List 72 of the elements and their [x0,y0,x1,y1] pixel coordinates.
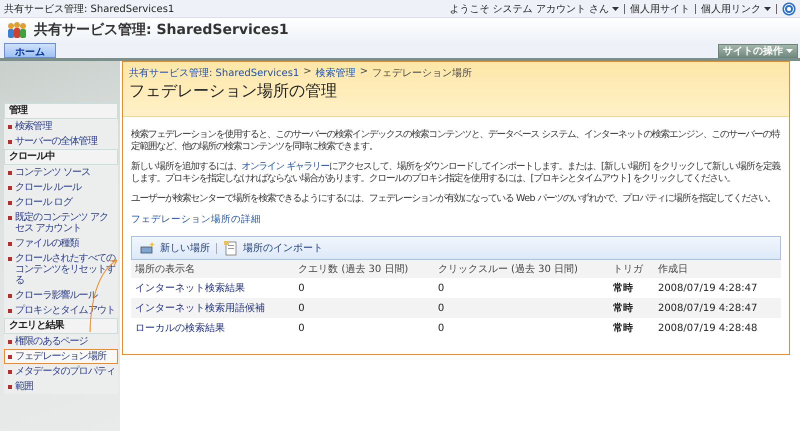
table-cell: 2008/07/19 4:28:47 [658,282,758,294]
top-link[interactable]: ようこそ システム アカウント さん [449,2,619,16]
section-heading: 管理 [4,103,118,119]
sidebar-item[interactable]: コンテンツ ソース [4,165,118,180]
description-paragraph: 検索フェデレーションを使用すると、このサーバーの検索インデックスの検索コンテンツと、データベース システム、インターネットの検索エンジン、このサーバーの特定範囲など、他の場所の検索コンテンツを同時に検索できます。 [131,129,781,153]
sidebar-item[interactable]: サーバーの全体管理 [4,134,118,149]
new-location-button[interactable]: 新しい場所 [140,241,210,255]
breadcrumb-link[interactable]: 共有サービス管理: SharedServices1 [129,66,300,80]
bullet-icon [8,355,12,359]
table-cell: 常時 [613,283,634,294]
table-cell: 0 [438,282,444,294]
help-icon[interactable] [782,2,796,16]
bullet-icon [8,140,12,144]
bullet-icon [8,257,12,261]
sidebar-item[interactable]: 検索管理 [4,119,118,134]
caret-icon [786,49,793,53]
column-header: トリガ [609,260,654,278]
bullet-icon [8,186,12,190]
breadcrumb-separator: > [360,66,368,79]
sidebar-item[interactable]: 権限のあるページ [4,334,118,349]
details-link[interactable]: フェデレーション場所の詳細 [131,214,261,225]
top-link[interactable]: 個人用サイト [630,2,690,16]
table-cell: 常時 [613,323,634,334]
table-cell: 0 [298,282,305,294]
bullet-icon [8,216,12,220]
table-cell: 0 [298,302,305,314]
bullet-icon [8,201,12,205]
sidebar-item[interactable]: フェデレーション場所 [4,349,118,364]
sidebar-item[interactable]: クロールされたすべてのコンテンツをリセットする [4,251,118,288]
sidebar-item[interactable]: メタデータのプロパティ [4,364,118,379]
bullet-icon [8,242,12,246]
bullet-icon [8,309,12,313]
breadcrumb-link[interactable]: 検索管理 [316,66,356,80]
column-header: 場所の表示名 [131,260,294,278]
column-header: クエリ数 (過去 30 日間) [294,260,434,278]
bullet-icon [8,385,12,389]
bullet-icon [8,125,12,129]
people-icon [6,21,28,39]
site-header-title: 共有サービス管理: SharedServices1 [34,21,289,39]
section-heading: クロール中 [4,149,118,165]
table-cell: 0 [298,322,305,334]
sidebar-item[interactable]: 既定のコンテンツ アクセス アカウント [4,210,118,236]
sidebar-item[interactable]: 範囲 [4,379,118,394]
home-tab[interactable]: ホーム [4,43,56,58]
bullet-icon [8,294,12,298]
table-cell: 0 [438,322,444,334]
table-cell: 常時 [613,303,634,314]
section-heading: クエリと結果 [4,318,118,334]
description-paragraph: 新しい場所を追加するには、オンライン ギャラリーにアクセスして、場所をダウンロードしてインポートします。または、[新しい場所] をクリックして新しい場所を定義します。プロキシを指定しなければならない場合があります。クロールのプロキシ指定を使用するには、[プロキシとタイムアウト] をクリックしてください。 [131,161,781,185]
import-button[interactable]: 場所のインポート [223,240,323,256]
breadcrumb-current: フェデレーション場所 [372,66,472,80]
column-header: クリックスルー (過去 30 日間) [434,260,610,278]
breadcrumb-separator: > [303,66,312,79]
gallery-link[interactable]: オンライン ギャラリー [242,161,329,172]
site-title: 共有サービス管理: SharedServices1 [4,2,174,16]
top-link[interactable]: 個人用リンク [701,2,771,16]
sidebar-item[interactable]: クロール ルール [4,180,118,195]
table-cell: 2008/07/19 4:28:47 [658,302,758,314]
page-title: フェデレーション場所の管理 [129,81,338,102]
bullet-icon [8,370,12,374]
location-link[interactable]: ローカルの検索結果 [135,323,225,334]
sidebar-item[interactable]: ファイルの種類 [4,236,118,251]
table-cell: 2008/07/19 4:28:48 [658,322,758,334]
new-item-icon [140,241,156,255]
sidebar-item[interactable]: クロール ログ [4,195,118,210]
bullet-icon [8,171,12,175]
column-header: 作成日 [654,260,781,278]
location-link[interactable]: インターネット検索結果 [135,283,245,294]
bullet-icon [8,340,12,344]
import-icon [223,240,239,256]
description-paragraph: ユーザーが検索センターで場所を検索できるようにするには、フェデレーションが有効になっている Web パーツのいずれかで、プロパティに場所を指定してください。 [131,193,776,205]
table-cell: 0 [438,302,444,314]
